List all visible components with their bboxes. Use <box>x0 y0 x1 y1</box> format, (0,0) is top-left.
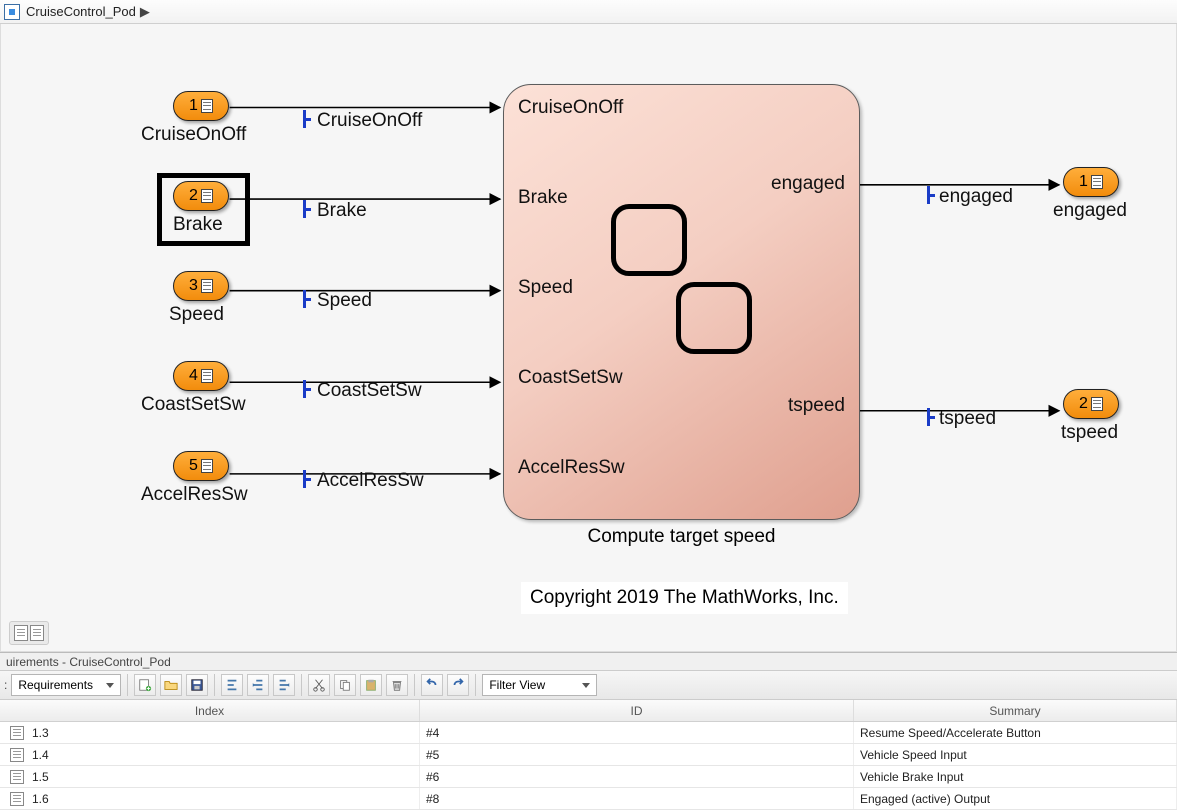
model-icon <box>4 4 20 20</box>
col-id[interactable]: ID <box>420 700 854 721</box>
block-in-4: CoastSetSw <box>518 367 623 389</box>
signal-prop-icon <box>921 408 935 426</box>
row-summary: Vehicle Brake Input <box>860 770 963 784</box>
signal-prop-icon <box>297 290 311 308</box>
new-link-button[interactable] <box>134 674 156 696</box>
inport-1-label: CruiseOnOff <box>141 124 246 146</box>
outport-2[interactable]: 2 <box>1063 389 1119 419</box>
inport-5-label: AccelResSw <box>141 484 248 506</box>
row-index: 1.4 <box>32 748 49 762</box>
signal-prop-icon <box>297 110 311 128</box>
row-id: #4 <box>426 726 439 740</box>
chevron-right-icon: ▶ <box>140 4 150 20</box>
redo-button[interactable] <box>447 674 469 696</box>
save-button[interactable] <box>186 674 208 696</box>
block-out-2: tspeed <box>788 395 845 417</box>
inport-5[interactable]: 5 <box>173 451 229 481</box>
signal-prop-icon <box>297 470 311 488</box>
undo-button[interactable] <box>421 674 443 696</box>
signal-prop-icon <box>297 200 311 218</box>
indent-left-button[interactable] <box>221 674 243 696</box>
outport-2-label: tspeed <box>1061 422 1118 444</box>
requirement-badge-icon <box>201 279 213 293</box>
stateflow-block-label: Compute target speed <box>503 526 860 548</box>
row-summary: Vehicle Speed Input <box>860 748 967 762</box>
inport-2-label: Brake <box>173 214 223 236</box>
inport-1[interactable]: 1 <box>173 91 229 121</box>
block-in-3: Speed <box>518 277 573 299</box>
view-hierarchy-icon[interactable] <box>14 625 28 641</box>
requirement-icon <box>10 792 24 806</box>
requirement-badge-icon <box>201 369 213 383</box>
signal-prop-icon <box>921 186 935 204</box>
chevron-down-icon <box>106 683 114 688</box>
requirement-badge-icon <box>1091 397 1103 411</box>
signal-label-4: CoastSetSw <box>317 380 422 402</box>
indent-right-button[interactable] <box>273 674 295 696</box>
requirements-panel-title: uirements - CruiseControl_Pod <box>0 652 1177 670</box>
row-summary: Engaged (active) Output <box>860 792 990 806</box>
block-in-2: Brake <box>518 187 568 209</box>
requirement-badge-icon <box>1091 175 1103 189</box>
signal-prop-icon <box>297 380 311 398</box>
requirements-table: Index ID Summary 1.3 #4 Resume Speed/Accel… <box>0 700 1177 810</box>
requirement-badge-icon <box>201 99 213 113</box>
copy-button[interactable] <box>334 674 356 696</box>
signal-label-1: CruiseOnOff <box>317 110 422 132</box>
signal-label-5: AccelResSw <box>317 470 424 492</box>
view-dropdown-label: Requirements <box>18 678 93 692</box>
col-summary[interactable]: Summary <box>854 700 1177 721</box>
table-row[interactable]: 1.5 #6 Vehicle Brake Input <box>0 766 1177 788</box>
row-id: #8 <box>426 792 439 806</box>
col-index[interactable]: Index <box>0 700 420 721</box>
view-toggle-icons[interactable] <box>9 621 49 645</box>
inport-4[interactable]: 4 <box>173 361 229 391</box>
view-label-prefix: : <box>4 678 7 692</box>
table-row[interactable]: 1.6 #8 Engaged (active) Output <box>0 788 1177 810</box>
row-index: 1.6 <box>32 792 49 806</box>
block-out-1: engaged <box>771 173 845 195</box>
paste-button[interactable] <box>360 674 382 696</box>
filter-dropdown-label: Filter View <box>489 678 545 692</box>
chevron-down-icon <box>582 683 590 688</box>
breadcrumb-model[interactable]: CruiseControl_Pod <box>26 4 136 19</box>
inport-2[interactable]: 2 <box>173 181 229 211</box>
view-dropdown[interactable]: Requirements <box>11 674 121 696</box>
table-row[interactable]: 1.3 #4 Resume Speed/Accelerate Button <box>0 722 1177 744</box>
block-in-1: CruiseOnOff <box>518 97 623 119</box>
row-id: #6 <box>426 770 439 784</box>
requirement-icon <box>10 770 24 784</box>
open-button[interactable] <box>160 674 182 696</box>
delete-button[interactable] <box>386 674 408 696</box>
breadcrumb[interactable]: CruiseControl_Pod ▶ <box>0 0 1177 24</box>
inport-3-label: Speed <box>169 304 224 326</box>
signal-label-3: Speed <box>317 290 372 312</box>
row-index: 1.3 <box>32 726 49 740</box>
requirements-table-header: Index ID Summary <box>0 700 1177 722</box>
outport-1[interactable]: 1 <box>1063 167 1119 197</box>
requirement-badge-icon <box>201 189 213 203</box>
inport-4-label: CoastSetSw <box>141 394 246 416</box>
requirement-badge-icon <box>201 459 213 473</box>
copyright: Copyright 2019 The MathWorks, Inc. <box>521 582 848 614</box>
signal-label-out-2: tspeed <box>939 408 996 430</box>
requirements-toolbar: : Requirements Filter View <box>0 670 1177 700</box>
block-in-5: AccelResSw <box>518 457 625 479</box>
cut-button[interactable] <box>308 674 330 696</box>
filter-dropdown[interactable]: Filter View <box>482 674 597 696</box>
signal-label-out-1: engaged <box>939 186 1013 208</box>
row-index: 1.5 <box>32 770 49 784</box>
view-list-icon[interactable] <box>30 625 44 641</box>
diagram-canvas[interactable]: 1 CruiseOnOff 2 Brake 3 Speed 4 CoastSet… <box>0 24 1177 652</box>
requirement-icon <box>10 748 24 762</box>
outport-1-label: engaged <box>1053 200 1127 222</box>
row-summary: Resume Speed/Accelerate Button <box>860 726 1041 740</box>
requirement-icon <box>10 726 24 740</box>
inport-3[interactable]: 3 <box>173 271 229 301</box>
table-row[interactable]: 1.4 #5 Vehicle Speed Input <box>0 744 1177 766</box>
row-id: #5 <box>426 748 439 762</box>
signal-label-2: Brake <box>317 200 367 222</box>
outdent-left-button[interactable] <box>247 674 269 696</box>
